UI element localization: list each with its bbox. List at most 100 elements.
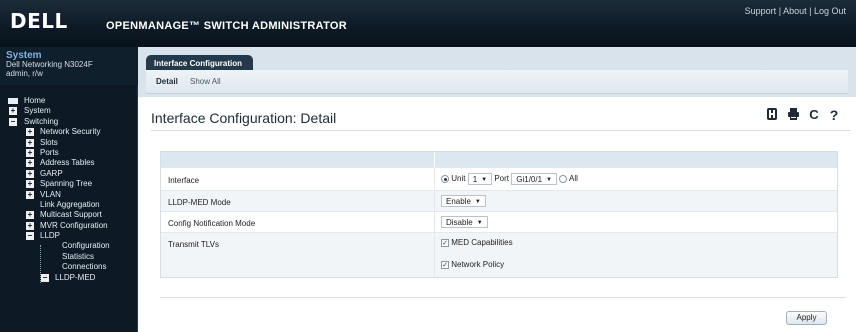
nav-item-address-tables[interactable]: + Address Tables <box>0 158 138 168</box>
expand-plus-icon[interactable]: + <box>26 180 34 189</box>
nav-label: Home <box>24 96 46 105</box>
row-interface: Interface Unit 1 ▼ Port Gi1/0/1 ▼ All <box>161 167 837 190</box>
collapse-minus-icon[interactable]: − <box>26 232 34 241</box>
subtab-strip: Detail Show All <box>146 70 848 94</box>
lldp-med-mode-field: Enable ▼ <box>441 195 486 207</box>
config-notification-mode-value: Disable <box>446 218 473 227</box>
subtab-show-all[interactable]: Show All <box>190 77 221 86</box>
nav-item-vlan[interactable]: + VLAN <box>0 190 138 200</box>
nav-label: Switching <box>24 116 59 126</box>
home-icon <box>8 98 18 104</box>
expand-plus-icon[interactable]: + <box>26 159 34 168</box>
nav-label: LLDP <box>40 231 61 241</box>
expand-plus-icon[interactable]: + <box>26 221 34 230</box>
nav-item-home[interactable]: Home <box>0 96 138 106</box>
chevron-down-icon: ▼ <box>474 199 481 205</box>
nav-label: MVR Configuration <box>40 220 108 230</box>
nav-label: VLAN <box>40 189 61 199</box>
network-policy-label: Network Policy <box>451 260 505 269</box>
expand-plus-icon[interactable]: + <box>26 211 34 220</box>
med-capabilities-label: MED Capabilities <box>451 238 513 247</box>
nav-item-spanning-tree[interactable]: + Spanning Tree <box>0 179 138 189</box>
lldp-med-mode-label: LLDP-MED Mode <box>168 198 231 207</box>
nav-label: Configuration <box>62 241 110 251</box>
system-model: Dell Networking N3024F <box>6 60 93 69</box>
dell-logo: DELL <box>10 9 68 33</box>
row-transmit-tlvs: Transmit TLVs ✓ MED Capabilities ✓ Netwo… <box>161 232 837 277</box>
link-separator: | <box>778 6 782 16</box>
lldp-med-mode-select[interactable]: Enable ▼ <box>441 195 486 207</box>
nav-label: Connections <box>62 262 107 272</box>
expand-plus-icon[interactable]: + <box>26 128 34 137</box>
nav-item-multicast-support[interactable]: + Multicast Support <box>0 210 138 220</box>
logout-link[interactable]: Log Out <box>814 6 846 16</box>
unit-value: 1 <box>472 175 478 184</box>
subtab-detail[interactable]: Detail <box>156 77 178 86</box>
link-separator: | <box>809 6 812 16</box>
nav-item-switching[interactable]: − Switching <box>0 117 138 127</box>
print-icon[interactable] <box>786 107 800 123</box>
nav-label: LLDP-MED <box>55 272 96 282</box>
chevron-down-icon: ▼ <box>481 177 488 183</box>
nav-item-garp[interactable]: + GARP <box>0 169 138 179</box>
nav-item-lldp-configuration[interactable]: Configuration <box>0 241 138 251</box>
refresh-icon[interactable]: C <box>807 107 821 123</box>
nav-item-lldp-connections[interactable]: Connections <box>0 262 138 272</box>
port-value: Gi1/0/1 <box>516 175 543 184</box>
support-link[interactable]: Support <box>745 6 777 16</box>
expand-plus-icon[interactable]: + <box>26 190 34 199</box>
collapse-minus-icon[interactable]: − <box>41 273 49 282</box>
network-policy-checkbox[interactable]: ✓ <box>441 260 449 269</box>
app-header: DELL OPENMANAGE™ SWITCH ADMINISTRATOR Su… <box>0 0 856 47</box>
tab-bar: Interface Configuration Detail Show All <box>138 47 856 97</box>
sidebar: System Dell Networking N3024F admin, r/w… <box>0 47 138 332</box>
top-links: Support | About | Log Out <box>745 6 846 16</box>
network-policy-option: ✓ Network Policy <box>441 260 504 269</box>
page-actions: C ? <box>765 107 843 123</box>
nav-item-mvr-configuration[interactable]: + MVR Configuration <box>0 221 138 231</box>
nav-label: Spanning Tree <box>40 179 93 189</box>
nav-item-system[interactable]: + System <box>0 106 138 116</box>
nav-item-lldp-med[interactable]: − LLDP-MED <box>0 273 138 283</box>
page-title: Interface Configuration: Detail <box>151 110 337 126</box>
port-label: Port <box>494 174 510 184</box>
nav-label: Statistics <box>62 251 95 261</box>
apply-button[interactable]: Apply <box>786 311 827 325</box>
help-icon[interactable]: ? <box>827 107 841 123</box>
port-select[interactable]: Gi1/0/1 ▼ <box>511 173 557 185</box>
nav-label: Address Tables <box>40 158 95 168</box>
nav-tree: Home + System − Switching + Network Secu… <box>0 96 138 283</box>
expand-plus-icon[interactable]: + <box>26 148 34 157</box>
nav-item-slots[interactable]: + Slots <box>0 138 138 148</box>
med-capabilities-option: ✓ MED Capabilities <box>441 238 513 247</box>
divider <box>151 130 851 131</box>
nav-label: Link Aggregation <box>40 199 100 209</box>
row-config-notification-mode: Config Notification Mode Disable ▼ <box>161 211 837 232</box>
unit-radio[interactable] <box>441 175 449 183</box>
nav-item-lldp-statistics[interactable]: Statistics <box>0 252 138 262</box>
unit-select[interactable]: 1 ▼ <box>467 173 493 185</box>
config-notification-mode-select[interactable]: Disable ▼ <box>441 216 488 228</box>
nav-label: Slots <box>40 137 58 147</box>
collapse-minus-icon[interactable]: − <box>9 117 17 126</box>
system-info: System Dell Networking N3024F admin, r/w <box>0 47 138 85</box>
nav-item-link-aggregation[interactable]: Link Aggregation <box>0 200 138 210</box>
med-capabilities-checkbox[interactable]: ✓ <box>441 238 449 247</box>
expand-plus-icon[interactable]: + <box>9 107 17 116</box>
all-label: All <box>569 174 578 184</box>
chevron-down-icon: ▼ <box>546 177 552 183</box>
nav-item-lldp[interactable]: − LLDP <box>0 231 138 241</box>
app-title: OPENMANAGE™ SWITCH ADMINISTRATOR <box>106 20 348 32</box>
nav-item-ports[interactable]: + Ports <box>0 148 138 158</box>
about-link[interactable]: About <box>783 6 807 16</box>
expand-plus-icon[interactable]: + <box>26 138 34 147</box>
all-radio[interactable] <box>559 175 568 183</box>
transmit-tlvs-label: Transmit TLVs <box>168 240 219 249</box>
system-title[interactable]: System <box>6 51 138 61</box>
nav-item-network-security[interactable]: + Network Security <box>0 127 138 137</box>
expand-plus-icon[interactable]: + <box>26 169 34 178</box>
row-lldp-med-mode: LLDP-MED Mode Enable ▼ <box>161 190 837 211</box>
save-icon[interactable] <box>765 107 779 123</box>
tab-interface-configuration[interactable]: Interface Configuration <box>146 55 253 70</box>
nav-label: Network Security <box>40 127 101 137</box>
